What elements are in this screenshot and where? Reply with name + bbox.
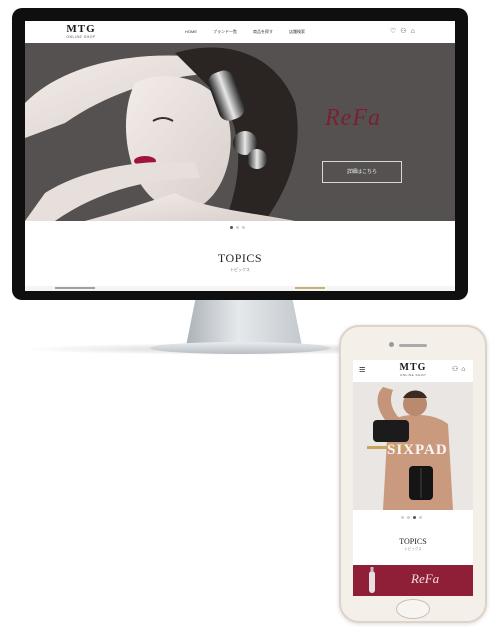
hero-model-photo — [25, 47, 298, 221]
desktop-header-icons: ♡ ⚇ ⌂ — [390, 27, 415, 36]
phone-slider-dots — [401, 516, 422, 519]
logo-mark: MTG — [399, 362, 427, 373]
cart-icon[interactable]: ⌂ — [411, 27, 415, 36]
logo-mark: MTG — [66, 23, 96, 35]
slider-dot[interactable] — [419, 516, 422, 519]
topics-subtitle: トピックス — [230, 267, 250, 272]
topics-title: TOPICS — [217, 251, 263, 265]
desktop-header: MTG ONLINE SHOP HOME ブランド一覧 商品を探す 店舗検索 ♡… — [25, 21, 455, 44]
desktop-nav: HOME ブランド一覧 商品を探す 店舗検索 — [185, 29, 305, 35]
phone-screen: ≡ MTG ONLINE SHOP ⚇ ⌂ SIXPAD TOPICS トピック… — [353, 360, 473, 596]
logo-subtitle: ONLINE SHOP — [66, 35, 96, 39]
desktop-slider-dots — [230, 226, 245, 229]
heart-icon[interactable]: ♡ — [390, 27, 396, 36]
nav-item-stores[interactable]: 店舗検索 — [289, 29, 305, 35]
desktop-logo[interactable]: MTG ONLINE SHOP — [61, 23, 101, 39]
nav-item-products[interactable]: 商品を探す — [253, 29, 273, 35]
hero-detail-button[interactable]: 詳細はこちら — [322, 161, 402, 183]
nav-item-home[interactable]: HOME — [185, 29, 197, 35]
slider-dot[interactable] — [242, 226, 245, 229]
phone-header-icons: ⚇ ⌂ — [452, 366, 466, 374]
desktop-screen: MTG ONLINE SHOP HOME ブランド一覧 商品を探す 店舗検索 ♡… — [25, 21, 455, 291]
logo-subtitle: ONLINE SHOP — [399, 373, 426, 377]
phone-topics-heading: TOPICS トピックス — [353, 537, 473, 552]
desktop-content-strip — [25, 286, 455, 291]
slider-dot[interactable] — [236, 226, 239, 229]
topics-title: TOPICS — [399, 537, 427, 546]
monitor-stand-neck — [186, 300, 302, 346]
slider-dot[interactable] — [401, 516, 404, 519]
phone-header: ≡ MTG ONLINE SHOP ⚇ ⌂ — [353, 360, 473, 380]
camera-icon — [389, 342, 394, 347]
speaker-grille — [399, 344, 427, 347]
phone-promo-banner[interactable]: ReFa — [353, 565, 473, 596]
nav-item-brands[interactable]: ブランド一覧 — [213, 29, 237, 35]
slider-dot[interactable] — [407, 516, 410, 519]
slider-dot[interactable] — [230, 226, 233, 229]
content-bar — [295, 287, 325, 289]
banner-brand-logo: ReFa — [411, 571, 440, 586]
home-button[interactable] — [396, 599, 430, 619]
desktop-topics-heading: TOPICS トピックス — [25, 251, 455, 273]
topics-subtitle: トピックス — [404, 547, 422, 551]
hero-brand-logo: ReFa — [325, 105, 381, 131]
product-bottle-image — [369, 567, 375, 593]
menu-icon[interactable]: ≡ — [359, 365, 365, 376]
user-icon[interactable]: ⚇ — [400, 27, 406, 36]
desktop-hero-banner[interactable]: ReFa 詳細はこちら — [25, 43, 455, 221]
content-bar — [55, 287, 95, 289]
phone-logo[interactable]: MTG ONLINE SHOP — [396, 362, 430, 377]
slider-dot[interactable] — [413, 516, 416, 519]
smartphone: ≡ MTG ONLINE SHOP ⚇ ⌂ SIXPAD TOPICS トピック… — [339, 325, 487, 623]
phone-hero-banner[interactable]: SIXPAD — [353, 382, 473, 510]
monitor-stand-base — [150, 342, 330, 354]
cart-icon[interactable]: ⌂ — [461, 366, 465, 374]
hero-brand-logo: SIXPAD — [387, 442, 448, 458]
desktop-monitor: MTG ONLINE SHOP HOME ブランド一覧 商品を探す 店舗検索 ♡… — [12, 8, 468, 300]
user-icon[interactable]: ⚇ — [452, 366, 458, 374]
